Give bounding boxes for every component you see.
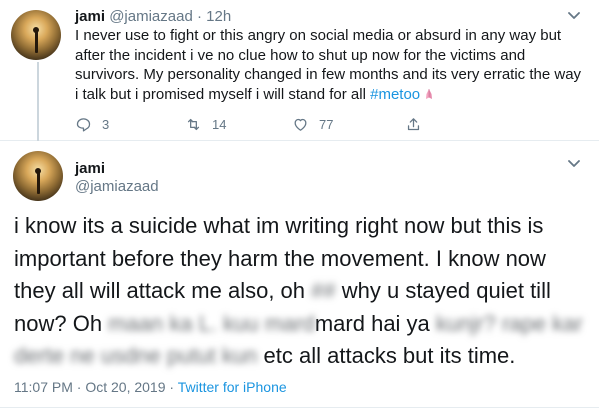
share-icon	[407, 117, 420, 130]
display-name[interactable]: jami	[75, 160, 105, 178]
display-name[interactable]: jami	[75, 8, 105, 25]
like-button[interactable]: 77	[292, 114, 333, 134]
praying-hands-emoji-icon	[426, 88, 433, 99]
reply-count: 3	[102, 116, 110, 132]
thread-connector-line	[37, 62, 39, 141]
hashtag-link[interactable]: #metoo	[370, 86, 420, 103]
avatar-silhouette-body	[34, 31, 38, 53]
tweet-text: I never use to fight or this angry on so…	[75, 26, 585, 104]
avatar-silhouette-body	[36, 172, 40, 194]
separator: ·	[196, 8, 202, 25]
retweet-icon	[187, 118, 200, 130]
blurred-text: ##	[311, 278, 336, 303]
chevron-down-icon[interactable]	[566, 158, 582, 170]
user-handle[interactable]: @jamiazaad	[109, 8, 193, 25]
user-handle[interactable]: @jamiazaad	[75, 178, 159, 196]
blurred-text: kunjr? rape kar	[435, 310, 583, 336]
tweet-text-line: after the incident i ve no clue how to s…	[75, 46, 526, 64]
tweet-text-fragment: mard hai ya	[314, 310, 436, 336]
tweet-header: jami @jamiazaad · 12h	[75, 8, 231, 26]
divider	[0, 407, 599, 408]
like-count: 77	[319, 116, 334, 132]
tweet-source-link[interactable]: Twitter for iPhone	[178, 379, 287, 395]
blurred-text: derte ne usdne putut kun	[14, 343, 258, 368]
tweet-text-line: i talk but i promised myself i will stan…	[75, 85, 585, 105]
avatar[interactable]	[13, 151, 63, 201]
tweet-text: i know its a suicide what im writing rig…	[14, 210, 589, 373]
chevron-down-icon[interactable]	[566, 10, 582, 22]
tweet-text-fragment: etc all attacks but its time.	[257, 343, 516, 368]
heart-icon	[294, 118, 307, 131]
tweet-timestamp[interactable]: 11:07 PM · Oct 20, 2019	[14, 379, 166, 395]
avatar[interactable]	[11, 10, 61, 60]
share-button[interactable]	[405, 114, 432, 134]
separator: ·	[169, 379, 175, 395]
retweet-button[interactable]: 14	[185, 114, 226, 134]
reply-button[interactable]: 3	[75, 114, 109, 134]
tweet-text-fragment: i talk but i promised myself i will stan…	[75, 85, 366, 103]
blurred-text: maan ka L. kuu mard	[108, 310, 315, 336]
reply-icon	[76, 117, 91, 132]
tweet-text-line: survivors. My personality changed in few…	[75, 66, 582, 83]
tweet-actions: 3 14 77	[75, 114, 525, 134]
retweet-count: 14	[212, 116, 227, 132]
tweet-text-line: I never use to fight or this angry on so…	[75, 27, 562, 44]
tweet-parent[interactable]: jami @jamiazaad · 12h I never use to fig…	[0, 0, 599, 141]
tweet-time[interactable]: 12h	[206, 8, 231, 25]
tweet-metadata: 11:07 PM · Oct 20, 2019 · Twitter for iP…	[14, 378, 287, 396]
